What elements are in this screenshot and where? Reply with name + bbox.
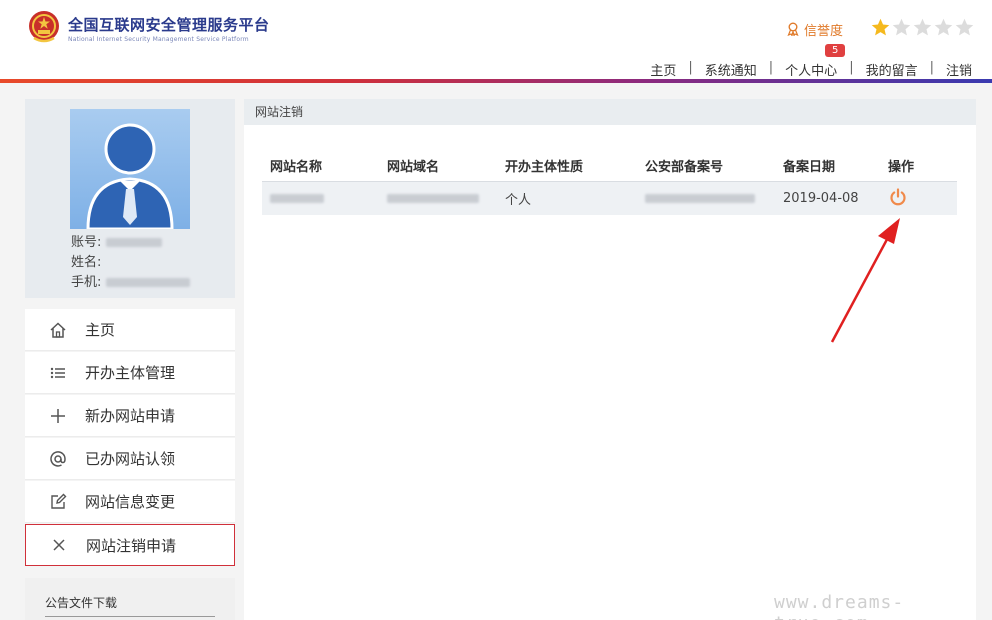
- redacted-record-number: [645, 194, 755, 203]
- cell-subject-type: 个人: [505, 193, 532, 208]
- nav-personal-center[interactable]: 个人中心 5: [785, 44, 846, 79]
- star-empty-icon: [934, 18, 953, 36]
- nav-personal-center-label: 个人中心: [785, 64, 838, 79]
- star-empty-icon: [955, 18, 974, 36]
- website-table: 网站名称 网站域名 开办主体性质 公安部备案号 备案日期 操作 个人 2019-…: [262, 149, 957, 215]
- column-header: 网站域名: [387, 159, 440, 175]
- star-empty-icon: [913, 18, 932, 36]
- sidebar-item-subject-management[interactable]: 开办主体管理: [25, 352, 235, 394]
- name-label: 姓名:: [71, 255, 102, 270]
- name-row: 姓名:: [71, 251, 101, 270]
- cell-record-number: [645, 191, 783, 206]
- site-title: 全国互联网安全管理服务平台: [68, 16, 270, 34]
- edit-icon: [47, 491, 69, 513]
- award-icon: [787, 22, 799, 36]
- avatar: [70, 109, 190, 229]
- sidebar-item-label: 已办网站认领: [85, 450, 176, 468]
- column-header: 备案日期: [783, 159, 836, 175]
- nav-separator: |: [768, 60, 774, 75]
- page-header: 全国互联网安全管理服务平台 National Internet Security…: [0, 0, 992, 80]
- at-icon: [47, 448, 69, 470]
- nav-separator: |: [688, 60, 693, 75]
- sidebar-item-label: 开办主体管理: [85, 364, 176, 382]
- table-header: 网站名称 网站域名 开办主体性质 公安部备案号 备案日期 操作: [262, 149, 957, 181]
- nav-separator: |: [849, 60, 854, 75]
- account-label: 账号:: [71, 235, 102, 250]
- cell-site-domain: [387, 191, 505, 206]
- sidebar-item-label: 主页: [85, 321, 116, 339]
- cell-action: [888, 187, 948, 211]
- column-header: 操作: [888, 159, 915, 175]
- sidebar-item-label: 新办网站申请: [85, 407, 176, 425]
- notification-badge: 5: [825, 44, 846, 57]
- nav-home[interactable]: 主页: [650, 60, 676, 79]
- site-subtitle: National Internet Security Management Se…: [68, 36, 249, 43]
- sidebar-item-claim-website[interactable]: 已办网站认领: [25, 438, 235, 480]
- star-empty-icon: [892, 18, 911, 36]
- redacted-site-domain: [387, 194, 479, 203]
- plus-icon: [47, 405, 69, 427]
- nav-separator: |: [929, 60, 934, 75]
- sidebar-item-info-change[interactable]: 网站信息变更: [25, 481, 235, 523]
- table-row: 个人 2019-04-08: [262, 181, 957, 215]
- main-panel: 网站注销 网站名称 网站域名 开办主体性质 公安部备案号 备案日期 操作 个人 …: [244, 99, 976, 620]
- nav-my-messages[interactable]: 我的留言: [866, 60, 918, 79]
- redacted-site-name: [270, 194, 324, 203]
- notice-divider: [45, 616, 215, 617]
- national-emblem-icon: [29, 11, 59, 43]
- sidebar-item-cancel-website[interactable]: 网站注销申请: [25, 524, 235, 566]
- phone-row: 手机:: [71, 271, 190, 290]
- cell-site-name: [262, 191, 387, 206]
- top-nav: 主页 | 系统通知 | 个人中心 5 | 我的留言 | 注销: [650, 44, 972, 79]
- sidebar-item-label: 网站注销申请: [86, 536, 177, 555]
- watermark-text: www.dreams-true.com: [774, 592, 905, 620]
- sidebar-item-new-website[interactable]: 新办网站申请: [25, 395, 235, 437]
- redacted-account: [105, 238, 162, 247]
- credit-rating-label: 信誉度: [786, 20, 844, 39]
- star-filled-icon: [871, 18, 890, 36]
- redacted-phone: [105, 278, 190, 287]
- user-profile-card: 账号: 姓名: 手机:: [25, 99, 235, 298]
- close-icon: [48, 534, 70, 556]
- credit-stars: [870, 17, 975, 38]
- sidebar-menu: 主页 开办主体管理 新办网站申请 已办网站认领 网站信息变更 网站注销申请: [25, 309, 235, 567]
- cell-record-date: 2019-04-08: [783, 191, 859, 206]
- phone-label: 手机:: [71, 275, 102, 290]
- power-icon[interactable]: [888, 187, 908, 207]
- column-header: 网站名称: [270, 159, 323, 175]
- header-divider: [0, 79, 992, 83]
- column-header: 开办主体性质: [505, 159, 584, 175]
- notice-download-title[interactable]: 公告文件下载: [45, 594, 117, 611]
- credit-label-text: 信誉度: [804, 23, 844, 39]
- home-icon: [47, 319, 69, 341]
- account-row: 账号:: [71, 231, 162, 250]
- column-header: 公安部备案号: [645, 159, 724, 175]
- list-icon: [47, 362, 69, 384]
- annotation-arrow-icon: [830, 218, 900, 343]
- nav-notifications[interactable]: 系统通知: [705, 60, 757, 79]
- notice-download-section: 公告文件下载: [25, 578, 235, 620]
- nav-logout[interactable]: 注销: [946, 60, 972, 79]
- panel-title: 网站注销: [244, 99, 976, 125]
- sidebar-item-home[interactable]: 主页: [25, 309, 235, 351]
- sidebar-item-label: 网站信息变更: [85, 493, 176, 511]
